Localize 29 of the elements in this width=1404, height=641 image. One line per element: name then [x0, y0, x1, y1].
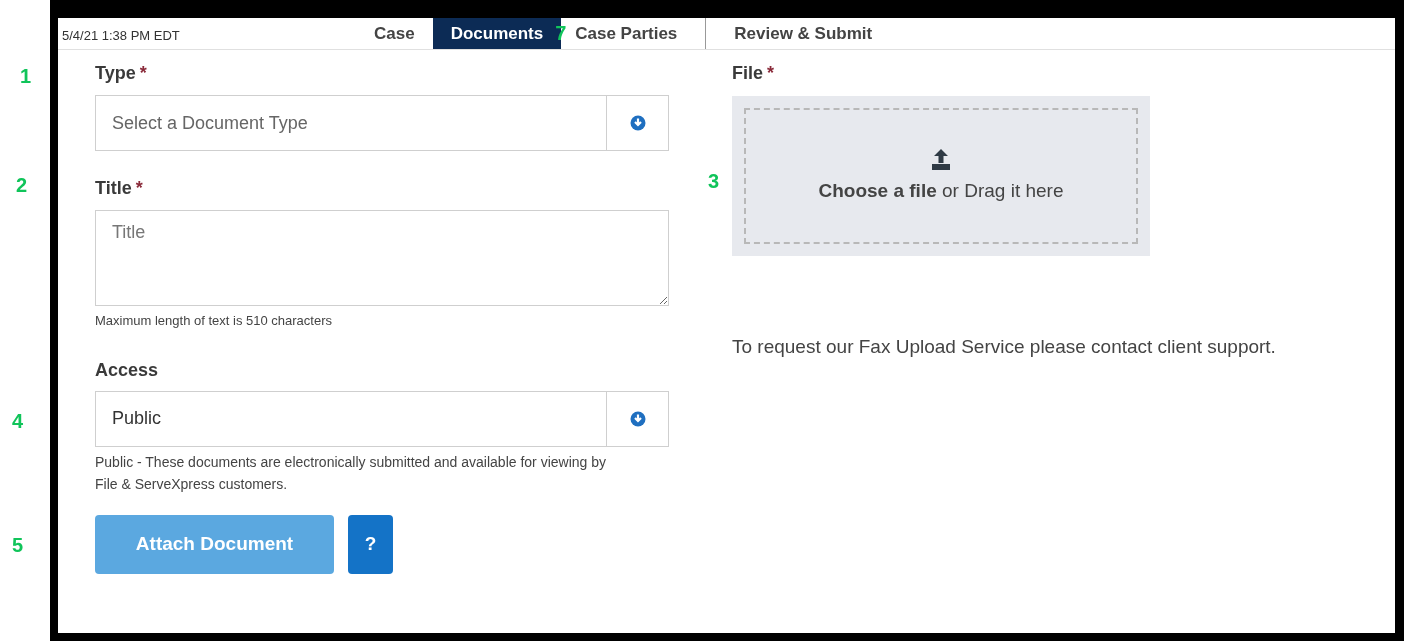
help-text: Maximum length of text is 510 characters	[95, 312, 333, 330]
callout-number: 3	[708, 171, 720, 191]
file-dropzone[interactable]: Choose a file or Drag it here	[732, 96, 1150, 256]
callout-number: 2	[16, 175, 28, 195]
field-label: Access	[95, 360, 159, 379]
title-field[interactable]: Title	[95, 210, 669, 306]
select-field[interactable]: Select a Document Type	[95, 95, 669, 151]
field-label: File	[732, 64, 763, 82]
required-marker: *	[139, 64, 147, 82]
upload-icon	[929, 146, 953, 171]
help-button[interactable]: ?	[348, 514, 393, 574]
tab[interactable]: Review & Submit	[716, 18, 891, 49]
help-text: Public - These documents are electronically submitted and available for viewing by File & ServeXpress customers.	[95, 452, 607, 494]
select-value: Public	[111, 407, 163, 430]
fax-note: To request our Fax Upload Service please contact client support.	[732, 335, 1277, 359]
chevron-down-icon	[629, 115, 646, 131]
field-label: Type	[95, 64, 136, 82]
timestamp: 5/4/21 1:38 PM EDT	[62, 26, 181, 45]
callout-number: 5	[12, 534, 24, 555]
select-field[interactable]: Public	[95, 390, 669, 447]
callout-number: 1	[20, 66, 32, 86]
required-marker: *	[767, 64, 775, 82]
dropzone-text: Choose a file or Drag it here	[818, 178, 1064, 203]
field-label: Title	[95, 179, 132, 197]
select-placeholder: Select a Document Type	[111, 111, 309, 135]
chevron-down-icon	[629, 410, 646, 427]
required-marker: *	[135, 179, 143, 197]
tab[interactable]: Case	[356, 18, 433, 49]
callout-number: 4	[12, 410, 24, 431]
